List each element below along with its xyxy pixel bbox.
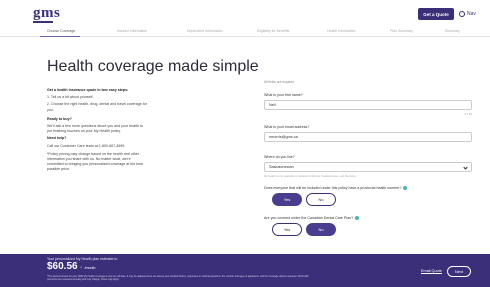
intro-heading: Get a health insurance quote in two easy…	[47, 88, 129, 92]
page-title: Health coverage made simple	[47, 58, 259, 75]
progress-steps: Choose Coverage Insured Information Depe…	[0, 26, 490, 40]
intro-step-2: 2. Choose the right health, drug, dental…	[47, 102, 147, 112]
intro-step-1: 1. Tell us a bit about yourself.	[47, 95, 94, 100]
health-number-question-text: Does everyone that will be included unde…	[264, 186, 402, 190]
help-text: Call our Customer Care team at 1-800-667…	[47, 143, 126, 148]
dental-plan-question: Are you covered under the Canadian Denta…	[264, 216, 360, 221]
estimate-price-value: $60.56	[47, 261, 78, 272]
progress-active-track	[40, 36, 80, 37]
estimate-price: $60.56 * /month	[47, 261, 96, 272]
help-heading: Need help?	[47, 136, 67, 141]
pricing-disclaimer: *Policy pricing may change based on the …	[47, 151, 144, 172]
health-number-yes-button[interactable]: Yes	[272, 193, 302, 206]
info-icon[interactable]	[403, 186, 408, 191]
step-plan-summary: Plan Summary	[390, 29, 413, 33]
first-name-input[interactable]: Neil	[264, 100, 472, 110]
chevron-down-icon	[463, 165, 468, 170]
estimate-price-asterisk: *	[80, 266, 82, 270]
province-hint: My health is only available to residents…	[264, 175, 357, 178]
province-select-value: Saskatchewan	[269, 165, 294, 169]
estimate-price-unit: /month	[84, 266, 96, 270]
gms-logo[interactable]: gms	[33, 5, 60, 22]
nav-button[interactable]: Nav	[459, 8, 476, 20]
logo-underline	[33, 21, 53, 23]
ready-heading: Ready to buy?	[47, 116, 72, 121]
get-a-quote-button[interactable]: Get a Quote	[418, 8, 454, 20]
estimate-disclaimer: *The amount shown for your GMS My Health…	[47, 275, 309, 282]
first-name-counter: 4 / 30	[464, 112, 472, 116]
step-eligibility: Eligibility for Benefits	[257, 29, 290, 33]
next-button[interactable]: Next	[447, 266, 471, 277]
step-dependent-information: Dependent Information	[187, 29, 223, 33]
health-number-no-button[interactable]: No	[306, 193, 336, 206]
estimate-footer: Your personalized My Health plan estimat…	[0, 254, 490, 287]
ready-text: We'll ask a few more questions about you…	[47, 124, 143, 134]
province-label: Where do you live?	[264, 155, 295, 159]
first-name-label: What is your first name?	[264, 93, 303, 97]
dental-plan-question-text: Are you covered under the Canadian Denta…	[264, 216, 354, 220]
intro-panel: Get a health insurance quote in two easy…	[47, 86, 147, 175]
nav-button-label: Nav	[467, 11, 476, 17]
info-icon[interactable]	[355, 216, 360, 221]
province-select[interactable]: Saskatchewan	[264, 162, 472, 172]
health-number-question: Does everyone that will be included unde…	[264, 186, 408, 191]
dental-plan-yes-button[interactable]: Yes	[272, 223, 302, 236]
email-quote-link[interactable]: Email Quote	[421, 269, 442, 273]
dental-plan-no-button[interactable]: No	[306, 223, 336, 236]
step-insured-information: Insured Information	[117, 29, 148, 33]
step-summary: Summary	[445, 29, 460, 33]
nav-circle-icon	[459, 11, 465, 17]
site-header: gms Get a Quote Nav	[0, 0, 490, 26]
required-note: All fields are required.	[264, 80, 295, 84]
step-health-information: Health Information	[327, 29, 356, 33]
email-label: What is your email address?	[264, 125, 310, 129]
step-choose-coverage: Choose Coverage	[47, 29, 76, 33]
email-input[interactable]: nmorris@gms.ca	[264, 132, 472, 142]
